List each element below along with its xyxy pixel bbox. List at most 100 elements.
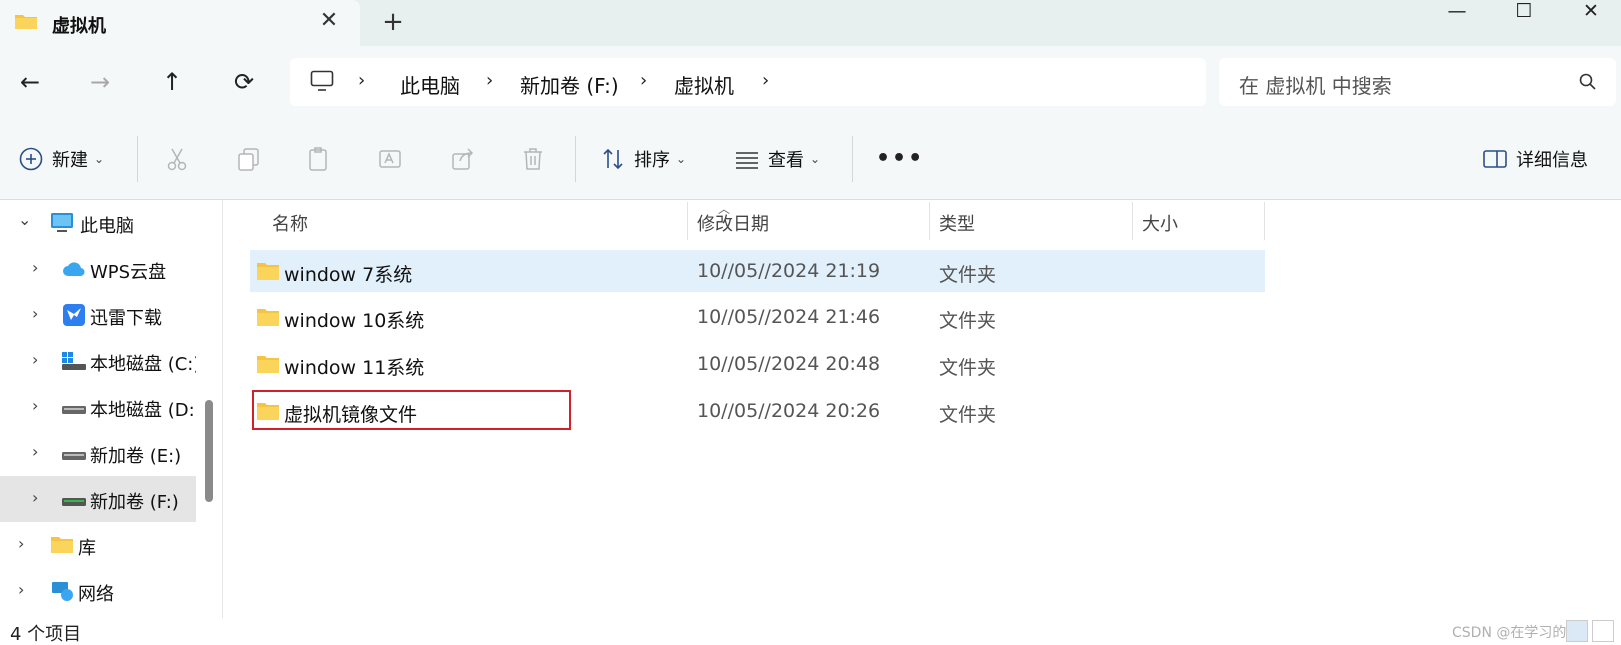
watermark: CSDN @在学习的区 [1452,625,1581,641]
column-header-name[interactable]: 名称 [272,210,308,236]
paste-icon[interactable] [306,146,332,172]
sidebar-item-wps-cloud[interactable]: › WPS云盘 [0,246,196,292]
breadcrumb-item-vm[interactable]: 虚拟机 [674,70,734,99]
details-pane-icon [1483,150,1507,168]
new-button-label: 新建 [52,150,88,171]
navigation-pane: ⌄ 此电脑 › WPS云盘 › 迅雷下载 › 本地磁盘 (C:) › 本地磁盘 … [0,200,196,618]
file-name: window 11系统 [284,357,425,379]
file-name: window 10系统 [284,310,425,332]
sidebar-item-label: 新加卷 (F:) [90,492,179,513]
breadcrumb-item-this-pc[interactable]: 此电脑 [400,70,460,99]
file-modified: 10//05//2024 21:19 [697,260,881,282]
up-button[interactable]: ↑ [158,68,186,96]
column-resize-handle[interactable] [929,202,930,240]
address-bar[interactable]: › 此电脑 › 新加卷 (F:) › 虚拟机 › [290,58,1206,106]
sidebar-item-drive-d[interactable]: › 本地磁盘 (D:) [0,384,196,430]
column-header-modified[interactable]: 修改日期 [697,210,769,236]
sidebar-item-label: 新加卷 (E:) [90,446,182,467]
sidebar-item-xunlei[interactable]: › 迅雷下载 [0,292,196,338]
refresh-button[interactable]: ⟳ [230,68,258,96]
search-box[interactable]: 在 虚拟机 中搜索 [1219,58,1616,106]
sidebar-item-drive-e[interactable]: › 新加卷 (E:) [0,430,196,476]
file-modified: 10//05//2024 20:48 [697,353,881,375]
details-pane-button[interactable]: 详细信息 [1482,142,1588,176]
breadcrumb-item-drive-f[interactable]: 新加卷 (F:) [520,70,619,99]
tab-title: 虚拟机 [52,16,106,37]
column-resize-handle[interactable] [1264,202,1265,240]
chevron-right-icon[interactable]: › [32,350,38,369]
file-modified: 10//05//2024 21:46 [697,306,881,328]
chevron-right-icon[interactable]: › [32,258,38,277]
tab-current[interactable]: 虚拟机 ✕ [0,0,360,46]
drive-icon [62,498,86,506]
computer-icon[interactable] [310,70,334,92]
column-header-size[interactable]: 大小 [1142,210,1178,236]
search-input[interactable]: 在 虚拟机 中搜索 [1239,70,1392,99]
breadcrumb-separator[interactable]: › [358,70,365,91]
chevron-right-icon[interactable]: › [18,534,24,553]
copy-icon[interactable] [236,146,262,172]
details-pane-label: 详细信息 [1516,150,1588,171]
delete-icon[interactable] [520,146,546,172]
sidebar-scrollbar[interactable] [205,400,213,502]
table-row[interactable]: window 11系统 10//05//2024 20:48 文件夹 [250,343,1265,385]
pane-divider[interactable] [222,200,223,618]
sort-button[interactable]: 排序 ⌄ [600,142,686,176]
file-type: 文件夹 [939,264,997,286]
sort-button-label: 排序 [634,150,670,171]
table-row[interactable]: window 10系统 10//05//2024 21:46 文件夹 [250,296,1265,338]
minimize-button[interactable]: — [1427,0,1487,22]
file-type: 文件夹 [939,404,997,426]
sidebar-item-network[interactable]: › 网络 [0,568,196,614]
plus-circle-icon [19,147,43,171]
folder-icon [15,15,37,29]
column-resize-handle[interactable] [1132,202,1133,240]
column-resize-handle[interactable] [687,202,688,240]
chevron-right-icon[interactable]: › [18,580,24,599]
breadcrumb-separator[interactable]: › [486,70,493,91]
sidebar-item-drive-c[interactable]: › 本地磁盘 (C:) [0,338,196,384]
sidebar-item-label: 网络 [78,584,114,605]
chevron-right-icon[interactable]: › [32,488,38,507]
annotation-highlight-box [252,390,571,430]
back-button[interactable]: ← [16,68,44,96]
forward-button[interactable]: → [86,68,114,96]
chevron-right-icon[interactable]: › [32,396,38,415]
tiles-view-icon[interactable] [1592,620,1614,642]
address-row: ← → ↑ ⟳ › 此电脑 › 新加卷 (F:) › 虚拟机 › 在 虚拟机 中… [0,46,1621,118]
sidebar-item-this-pc[interactable]: ⌄ 此电脑 [0,200,196,246]
sidebar-item-label: 本地磁盘 (D:) [90,400,196,421]
new-tab-button[interactable]: + [381,9,405,35]
close-window-button[interactable]: ✕ [1561,0,1621,22]
rename-icon[interactable] [378,146,404,172]
breadcrumb-separator[interactable]: › [762,70,769,91]
chevron-right-icon[interactable]: › [32,304,38,323]
breadcrumb-separator[interactable]: › [640,70,647,91]
sidebar-item-label: 库 [78,538,96,559]
sidebar-item-label: 此电脑 [80,216,134,237]
item-count: 4 个项目 [10,624,82,645]
column-header-type[interactable]: 类型 [939,210,975,236]
more-options-button[interactable]: ••• [876,146,924,171]
view-button-label: 查看 [768,150,804,171]
new-button[interactable]: 新建 ⌄ [18,142,104,176]
folder-icon [51,537,73,553]
view-button[interactable]: 查看 ⌄ [734,142,820,176]
table-row[interactable]: window 7系统 10//05//2024 21:19 文件夹 [250,250,1265,292]
column-header-row: ︿ 名称 修改日期 类型 大小 [250,202,1270,240]
thunder-icon [63,304,85,326]
search-icon[interactable] [1578,72,1598,92]
tab-close-icon[interactable]: ✕ [318,10,340,32]
cut-icon[interactable] [164,146,190,172]
divider [575,136,576,182]
sort-icon [603,148,623,170]
file-type: 文件夹 [939,310,997,332]
sidebar-item-drive-f[interactable]: › 新加卷 (F:) [0,476,196,522]
sidebar-item-library[interactable]: › 库 [0,522,196,568]
maximize-button[interactable]: ☐ [1494,0,1554,22]
share-icon[interactable] [450,146,476,172]
chevron-right-icon[interactable]: › [32,442,38,461]
details-view-icon[interactable] [1566,620,1588,642]
chevron-down-icon[interactable]: ⌄ [18,210,31,229]
folder-icon [257,356,279,373]
